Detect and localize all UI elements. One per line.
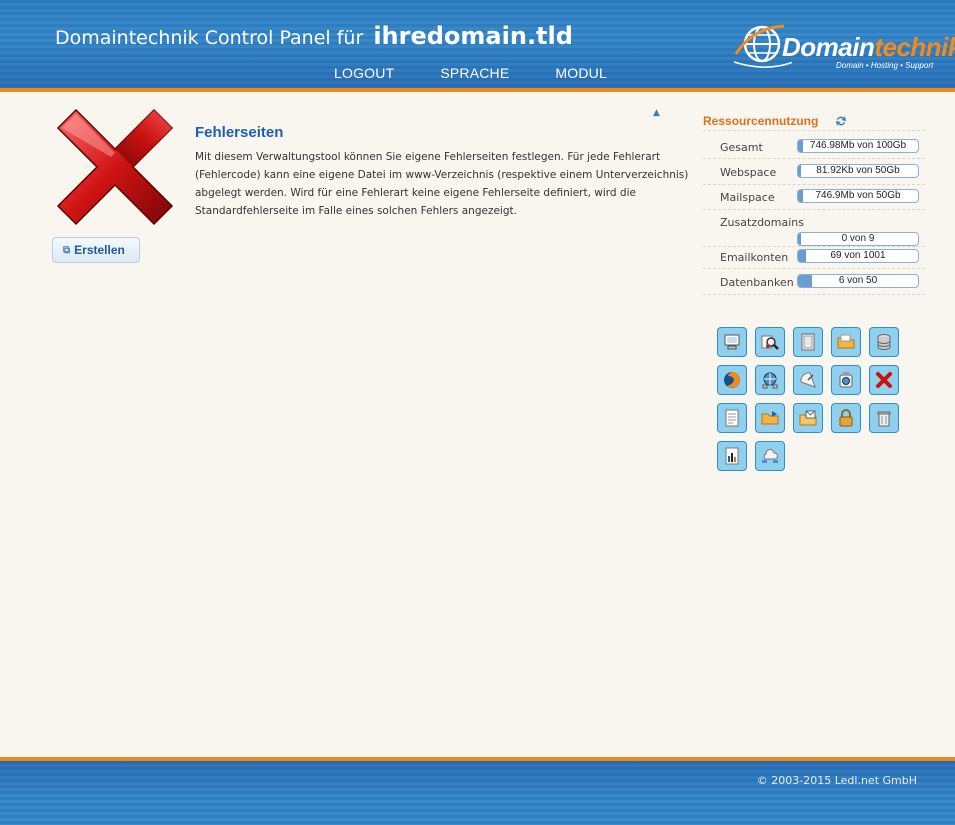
bin-icon — [877, 411, 891, 427]
tool-text-document[interactable] — [717, 403, 747, 433]
domain-name: ihredomain.tld — [373, 22, 573, 50]
resource-value-total: 746.98Mb von 100Gb — [809, 140, 907, 151]
resource-divider — [703, 268, 925, 269]
document-frame-icon — [801, 333, 815, 351]
resource-divider — [703, 184, 925, 185]
resource-label-databases: Datenbanken — [720, 276, 794, 289]
nav-language[interactable]: SPRACHE — [440, 65, 509, 81]
tool-mail-folder[interactable] — [793, 403, 823, 433]
tool-folder[interactable] — [831, 327, 861, 357]
resource-value-databases: 6 von 50 — [838, 275, 878, 286]
scroll-top-icon[interactable]: ▲ — [653, 108, 660, 118]
resource-value-webspace: 81.92Kb von 50Gb — [816, 165, 900, 176]
tool-error-pages[interactable] — [869, 365, 899, 395]
resource-divider — [703, 294, 925, 295]
nav-logout[interactable]: LOGOUT — [334, 65, 394, 81]
tool-computer[interactable] — [717, 327, 747, 357]
resource-value-mailspace: 746.9Mb von 50Gb — [815, 190, 901, 201]
mail-folder-icon — [799, 410, 817, 426]
create-button-label: Erstellen — [74, 243, 125, 257]
statistics-icon — [725, 447, 739, 465]
search-tool-icon — [761, 335, 779, 350]
resource-value-addon-domains: 0 von 9 — [841, 233, 875, 244]
red-x-icon — [876, 372, 892, 388]
panel-title: Domaintechnik Control Panel für ihredoma… — [55, 22, 573, 50]
header-divider — [0, 88, 955, 92]
footer-bar — [0, 761, 955, 825]
resource-divider — [703, 246, 925, 247]
page-description: Mit diesem Verwaltungstool können Sie ei… — [195, 151, 689, 217]
resource-bar-total: 746.98Mb von 100Gb — [797, 139, 919, 153]
create-button[interactable]: ⧉ Erstellen — [52, 237, 140, 263]
nav-module[interactable]: MODUL — [555, 65, 607, 81]
resource-value-email-accounts: 69 von 1001 — [830, 250, 886, 261]
resource-bar-email-accounts: 69 von 1001 — [797, 249, 919, 263]
page-title: Fehlerseiten — [195, 124, 284, 141]
tool-database[interactable] — [869, 327, 899, 357]
resource-label-email-accounts: Emailkonten — [720, 251, 789, 264]
folder-transfer-icon — [761, 411, 779, 425]
tool-document-frame[interactable] — [793, 327, 823, 357]
tool-network[interactable] — [755, 365, 785, 395]
resource-divider — [703, 130, 925, 131]
resource-label-total: Gesamt — [720, 141, 763, 154]
tool-folder-transfer[interactable] — [755, 403, 785, 433]
resource-divider — [703, 158, 925, 159]
new-window-icon: ⧉ — [63, 244, 71, 256]
tool-protection[interactable] — [831, 403, 861, 433]
computer-icon — [724, 334, 740, 350]
resources-title: Ressourcennutzung — [703, 114, 819, 128]
tool-search[interactable] — [755, 327, 785, 357]
satellite-icon — [800, 372, 816, 388]
panel-title-prefix: Domaintechnik Control Panel für — [55, 27, 364, 49]
resource-label-mailspace: Mailspace — [720, 191, 775, 204]
resource-bar-mailspace: 746.9Mb von 50Gb — [797, 189, 919, 203]
resource-bar-databases: 6 von 50 — [797, 274, 919, 288]
resource-label-addon-domains: Zusatzdomains — [720, 216, 804, 229]
resource-bar-addon-domains: 0 von 9 — [797, 232, 919, 246]
main-nav: LOGOUT SPRACHE MODUL — [334, 65, 653, 81]
logo-tagline: Domain • Hosting • Support — [836, 61, 934, 70]
logo-wordmark: Domaintechnik — [782, 32, 955, 62]
backup-icon — [839, 372, 853, 388]
cloud-network-icon — [762, 449, 779, 463]
database-icon — [877, 334, 891, 350]
refresh-icon[interactable] — [834, 114, 848, 128]
firefox-icon — [724, 372, 740, 388]
tool-cloud-network[interactable] — [755, 441, 785, 471]
copyright-text: © 2003-2015 Ledl.net GmbH — [756, 774, 917, 787]
tool-satellite[interactable] — [793, 365, 823, 395]
resource-divider — [703, 209, 925, 210]
resource-bar-webspace: 81.92Kb von 50Gb — [797, 164, 919, 178]
tool-trash[interactable] — [869, 403, 899, 433]
text-document-icon — [725, 409, 739, 427]
tool-statistics[interactable] — [717, 441, 747, 471]
resource-label-webspace: Webspace — [720, 166, 777, 179]
folder-icon — [837, 334, 855, 349]
error-pages-icon — [56, 108, 174, 226]
lock-icon — [839, 409, 853, 427]
domaintechnik-logo[interactable]: Domaintechnik Domain • Hosting • Support — [732, 18, 955, 78]
tool-backup[interactable] — [831, 365, 861, 395]
tool-browser[interactable] — [717, 365, 747, 395]
network-globe-icon — [762, 372, 778, 389]
